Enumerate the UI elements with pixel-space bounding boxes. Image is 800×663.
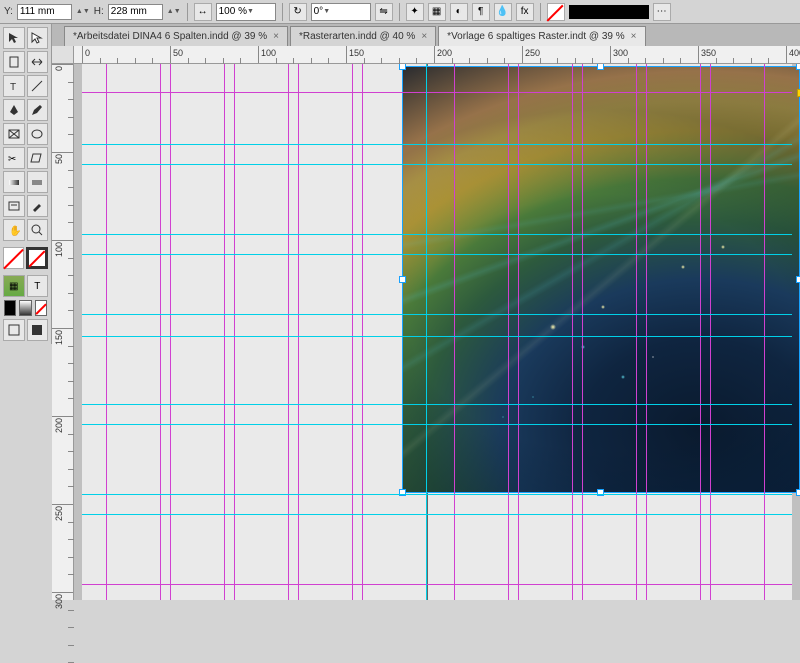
pen-tool[interactable]	[3, 99, 25, 121]
baseline-guide[interactable]	[82, 234, 792, 235]
baseline-guide[interactable]	[82, 404, 792, 405]
separator	[540, 3, 541, 21]
gradient-swatch-tool[interactable]	[3, 171, 25, 193]
separator	[399, 3, 400, 21]
format-container-icon[interactable]: ▦	[3, 275, 25, 297]
apply-fill[interactable]	[4, 300, 16, 316]
effects-icon[interactable]: ✦	[406, 3, 424, 21]
view-mode-preview[interactable]	[27, 319, 49, 341]
fill-swatch[interactable]	[547, 3, 565, 21]
scissors-tool[interactable]: ✂	[3, 147, 25, 169]
flip-h-icon[interactable]: ⇋	[375, 3, 393, 21]
para-icon[interactable]: ¶	[472, 3, 490, 21]
hand-tool[interactable]: ✋	[3, 219, 25, 241]
zoom-dropdown[interactable]: 100 %▼	[216, 3, 276, 21]
type-tool[interactable]: T	[3, 75, 25, 97]
line-tool[interactable]	[27, 75, 49, 97]
ruler-guide[interactable]	[426, 64, 427, 600]
rotate-icon[interactable]: ↻	[289, 3, 307, 21]
svg-text:T: T	[10, 82, 16, 93]
separator	[282, 3, 283, 21]
margin-guide[interactable]	[82, 92, 792, 93]
pencil-tool[interactable]	[27, 99, 49, 121]
fx-icon[interactable]: fx	[516, 3, 534, 21]
close-icon[interactable]: ×	[273, 31, 279, 42]
stroke-preview[interactable]	[569, 5, 649, 19]
view-mode-normal[interactable]	[3, 319, 25, 341]
gap-tool[interactable]	[27, 51, 49, 73]
selection-tool[interactable]	[3, 27, 25, 49]
baseline-guide[interactable]	[82, 514, 792, 515]
page-tool[interactable]	[3, 51, 25, 73]
resize-handle[interactable]	[597, 64, 604, 70]
baseline-guide[interactable]	[82, 144, 792, 145]
ellipse-tool[interactable]	[27, 123, 49, 145]
direct-selection-tool[interactable]	[27, 27, 49, 49]
eyedropper-tool[interactable]	[27, 195, 49, 217]
scale-x-icon[interactable]: ↔	[194, 3, 212, 21]
baseline-guide[interactable]	[82, 314, 792, 315]
format-text-icon[interactable]: T	[27, 275, 49, 297]
y-label: Y:	[4, 6, 13, 17]
ruler-origin[interactable]	[52, 46, 74, 64]
baseline-guide[interactable]	[82, 424, 792, 425]
more-icon[interactable]: ⋯	[653, 3, 671, 21]
wrap-icon[interactable]: ▦	[428, 3, 446, 21]
svg-text:✋: ✋	[9, 224, 21, 237]
horizontal-ruler[interactable]	[74, 46, 800, 64]
baseline-guide[interactable]	[82, 494, 792, 495]
canvas[interactable]	[74, 64, 800, 600]
svg-text:✂: ✂	[8, 154, 16, 165]
drop-icon[interactable]: 💧	[494, 3, 512, 21]
close-icon[interactable]: ×	[631, 31, 637, 42]
baseline-guide[interactable]	[82, 164, 792, 165]
vertical-ruler[interactable]	[52, 64, 74, 600]
rotation-dropdown[interactable]: 0°▼	[311, 3, 371, 21]
resize-handle[interactable]	[796, 489, 800, 496]
toolbox: T ✂ ✋ ▦ T	[0, 24, 52, 344]
document-tab[interactable]: *Arbeitsdatei DINA4 6 Spalten.indd @ 39 …	[64, 26, 288, 46]
fill-none[interactable]	[3, 247, 24, 269]
h-input[interactable]	[108, 4, 163, 20]
stepper-icon[interactable]: ▲▼	[76, 8, 90, 15]
rectangle-frame-tool[interactable]	[3, 123, 25, 145]
baseline-guide[interactable]	[82, 254, 792, 255]
control-bar: Y: ▲▼ H: ▲▼ ↔ 100 %▼ ↻ 0°▼ ⇋ ✦ ▦ ◐ ¶ 💧 f…	[0, 0, 800, 24]
corner-icon[interactable]: ◐	[450, 3, 468, 21]
resize-handle[interactable]	[796, 276, 800, 283]
close-icon[interactable]: ×	[421, 31, 427, 42]
resize-handle[interactable]	[399, 64, 406, 70]
note-tool[interactable]	[3, 195, 25, 217]
stroke-none[interactable]	[26, 247, 48, 269]
y-input[interactable]	[17, 4, 72, 20]
zoom-tool[interactable]	[27, 219, 49, 241]
spread	[82, 64, 792, 600]
placed-image	[403, 67, 799, 492]
transform-tool[interactable]	[27, 147, 49, 169]
document-tab-bar: *Arbeitsdatei DINA4 6 Spalten.indd @ 39 …	[52, 24, 800, 46]
document-tab[interactable]: *Rasterarten.indd @ 40 %×	[290, 26, 436, 46]
h-label: H:	[94, 6, 104, 17]
resize-handle[interactable]	[796, 64, 800, 70]
gradient-feather-tool[interactable]	[27, 171, 49, 193]
baseline-guide[interactable]	[82, 336, 792, 337]
margin-guide[interactable]	[82, 584, 792, 585]
document-tab[interactable]: *Vorlage 6 spaltiges Raster.indt @ 39 %×	[438, 26, 645, 46]
image-frame[interactable]	[402, 66, 800, 493]
apply-none[interactable]	[35, 300, 47, 316]
resize-handle[interactable]	[399, 276, 406, 283]
stepper-icon[interactable]: ▲▼	[167, 8, 181, 15]
apply-gradient[interactable]	[19, 300, 31, 316]
separator	[187, 3, 188, 21]
